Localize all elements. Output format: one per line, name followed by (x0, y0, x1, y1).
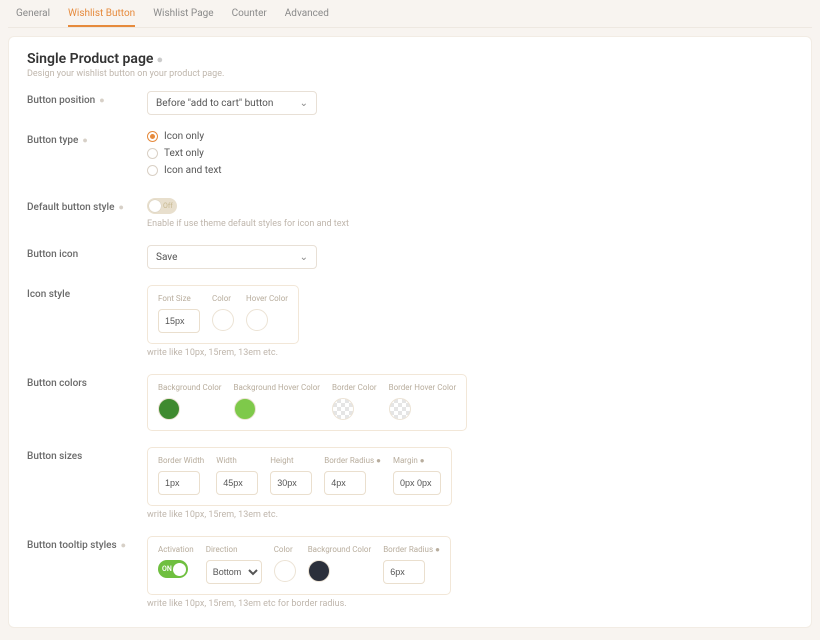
col-margin: Margin (393, 456, 418, 465)
col-border-hover: Border Hover Color (389, 383, 457, 392)
radio-text-only[interactable]: Text only (147, 148, 793, 159)
col-bw: Border Width (158, 456, 204, 465)
col-w: Width (216, 456, 237, 465)
icon-hover-color-picker[interactable] (246, 309, 268, 331)
col-hover-color: Hover Color (246, 294, 288, 303)
radio-icon (147, 165, 158, 176)
col-bg-hover: Background Hover Color (234, 383, 320, 392)
height-input[interactable] (270, 471, 312, 495)
icon-style-note: write like 10px, 15rem, 13em etc. (147, 348, 793, 358)
button-sizes-group: Border Width Width Height Border Radius … (147, 447, 452, 506)
radio-icon-only[interactable]: Icon only (147, 131, 793, 142)
help-icon: ● (99, 95, 104, 106)
col-tooltip-radius: Border Radius (383, 545, 433, 554)
help-icon: ● (376, 456, 381, 465)
chevron-down-icon: ⌄ (300, 98, 308, 109)
button-icon-select[interactable]: Save ⌄ (147, 245, 317, 269)
label-button-type: Button type (27, 135, 78, 146)
button-colors-group: Background Color Background Hover Color … (147, 374, 467, 431)
section-subtitle: Design your wishlist button on your prod… (27, 69, 793, 79)
default-style-note: Enable if use theme default styles for i… (147, 219, 793, 229)
col-h: Height (270, 456, 293, 465)
radio-icon (147, 131, 158, 142)
chevron-down-icon: ⌄ (300, 252, 308, 263)
border-hover-color-picker[interactable] (389, 398, 411, 420)
col-color: Color (212, 294, 231, 303)
radio-icon (147, 148, 158, 159)
help-icon: ● (82, 135, 87, 146)
tooltip-radius-input[interactable] (383, 560, 425, 584)
col-direction: Direction (206, 545, 238, 554)
border-width-input[interactable] (158, 471, 200, 495)
tooltip-direction-select[interactable]: Bottom (206, 560, 262, 584)
icon-style-group: Font Size Color Hover Color (147, 285, 299, 344)
icon-fontsize-input[interactable] (158, 309, 200, 333)
tabs: General Wishlist Button Wishlist Page Co… (8, 0, 812, 28)
label-default-style: Default button style (27, 202, 114, 213)
label-tooltip-styles: Button tooltip styles (27, 540, 117, 551)
label-button-colors: Button colors (27, 378, 87, 389)
margin-input[interactable] (393, 471, 441, 495)
border-color-picker[interactable] (332, 398, 354, 420)
label-button-position: Button position (27, 95, 95, 106)
button-sizes-note: write like 10px, 15rem, 13em etc. (147, 510, 793, 520)
tab-advanced[interactable]: Advanced (285, 0, 329, 27)
default-style-toggle[interactable]: Off (147, 198, 177, 214)
tab-wishlist-page[interactable]: Wishlist Page (153, 0, 213, 27)
help-icon: ● (435, 545, 440, 554)
label-icon-style: Icon style (27, 289, 70, 300)
label-button-sizes: Button sizes (27, 451, 82, 462)
bg-hover-color-picker[interactable] (234, 398, 256, 420)
radio-icon-and-text[interactable]: Icon and text (147, 165, 793, 176)
width-input[interactable] (216, 471, 258, 495)
col-activation: Activation (158, 545, 194, 554)
col-tooltip-color: Color (274, 545, 293, 554)
border-radius-input[interactable] (324, 471, 366, 495)
col-bg: Background Color (158, 383, 222, 392)
col-border: Border Color (332, 383, 377, 392)
settings-panel: Single Product page● Design your wishlis… (8, 36, 812, 628)
tooltip-activation-toggle[interactable]: ON (158, 560, 188, 578)
col-fontsize: Font Size (158, 294, 191, 303)
help-icon: ● (118, 202, 123, 213)
help-icon: ● (156, 53, 163, 66)
icon-color-picker[interactable] (212, 309, 234, 331)
tooltip-group: Activation ON Direction Bottom Color (147, 536, 451, 595)
section-title: Single Product page● (27, 51, 163, 67)
tooltip-bg-picker[interactable] (308, 560, 330, 582)
col-tooltip-bg: Background Color (308, 545, 372, 554)
tooltip-note: write like 10px, 15rem, 13em etc for bor… (147, 599, 793, 609)
help-icon: ● (420, 456, 425, 465)
button-position-select[interactable]: Before "add to cart" button ⌄ (147, 91, 317, 115)
bg-color-picker[interactable] (158, 398, 180, 420)
tooltip-color-picker[interactable] (274, 560, 296, 582)
col-br: Border Radius (324, 456, 374, 465)
tab-wishlist-button[interactable]: Wishlist Button (68, 0, 135, 27)
help-icon: ● (121, 540, 126, 551)
label-button-icon: Button icon (27, 249, 78, 260)
tab-counter[interactable]: Counter (232, 0, 267, 27)
tab-general[interactable]: General (16, 0, 50, 27)
